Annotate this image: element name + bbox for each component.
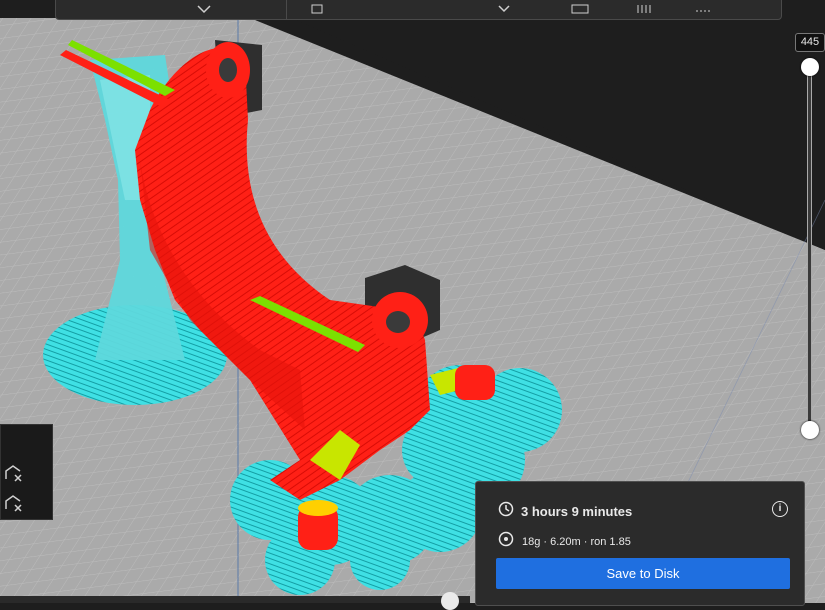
top-toolbar — [55, 0, 782, 20]
per-model-settings-icon[interactable] — [3, 491, 25, 513]
toolbar-icon-material[interactable] — [311, 1, 327, 14]
print-time: 3 hours 9 minutes — [521, 504, 633, 519]
save-to-disk-button[interactable]: Save to Disk — [496, 558, 790, 589]
bottom-playback-bar — [0, 596, 470, 603]
toolbar-divider — [286, 0, 287, 19]
print-time-row: 3 hours 9 minutes — [498, 501, 632, 522]
chevron-down-icon[interactable] — [496, 1, 512, 13]
support-blocker-icon[interactable] — [3, 461, 25, 483]
clock-icon — [498, 501, 514, 522]
print-summary-panel: 3 hours 9 minutes i 18g · 6.20m · ron 1.… — [475, 481, 805, 606]
left-tool-panel — [0, 424, 53, 520]
support-settings-icon[interactable] — [636, 1, 652, 13]
material-estimate: 18g · 6.20m · ron 1.85 — [522, 535, 631, 548]
layer-number-badge[interactable]: 445 — [795, 33, 825, 52]
material-row: 18g · 6.20m · ron 1.85 — [498, 531, 631, 552]
layer-slider-bottom-handle[interactable] — [801, 421, 819, 439]
layer-slider-track[interactable] — [807, 66, 812, 430]
layer-slider-top-handle[interactable] — [801, 58, 819, 76]
print-settings-icon[interactable] — [571, 1, 589, 14]
toolbar-icon-left[interactable] — [196, 1, 212, 14]
info-icon[interactable]: i — [772, 501, 788, 517]
simulation-progress-handle[interactable] — [441, 592, 459, 610]
spool-icon — [498, 531, 514, 552]
adhesion-settings-icon[interactable] — [694, 1, 712, 12]
